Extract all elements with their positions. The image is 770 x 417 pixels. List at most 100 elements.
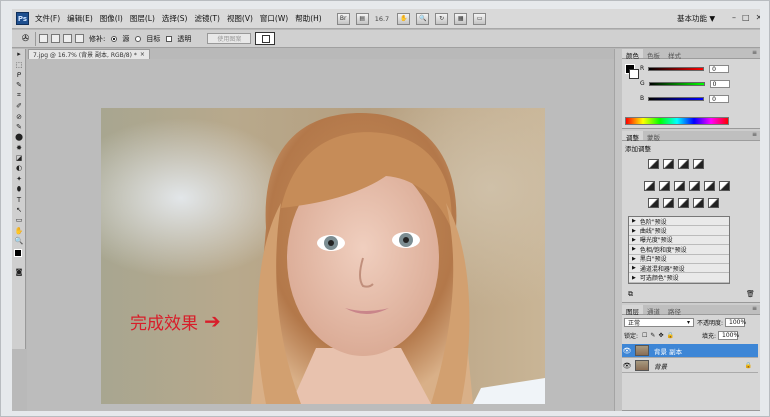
blend-mode-select[interactable]: 正常 ▾ (624, 318, 694, 327)
workspace-switcher[interactable]: 基本功能 ▼ (677, 13, 715, 24)
preset-hue-saturation[interactable]: ▶ 色相/饱和度"预设 (629, 245, 729, 255)
fill-field[interactable]: 100% (718, 331, 739, 340)
lasso-tool-icon[interactable]: ᑭ (12, 70, 26, 80)
zoom-level[interactable]: 16.7 (375, 15, 389, 23)
hand-icon[interactable]: ✋ (397, 12, 411, 25)
exposure-icon[interactable] (693, 159, 704, 169)
panel-menu-icon[interactable]: ≡ (752, 305, 757, 314)
layer-row-background[interactable]: 👁 背景 🔒 (622, 359, 758, 373)
gradient-map-icon[interactable] (693, 198, 704, 208)
foreground-color-swatch[interactable] (14, 249, 22, 258)
r-value-field[interactable]: 0 (709, 64, 730, 73)
black-white-icon[interactable] (689, 181, 700, 191)
menu-file[interactable]: 文件(F) (35, 13, 60, 24)
canvas-area[interactable]: 完成效果 ➔ (27, 59, 623, 411)
quick-select-tool-icon[interactable]: ✎ (12, 80, 26, 90)
tab-styles[interactable]: 样式 (664, 49, 685, 60)
preset-levels[interactable]: ▶ 色阶"预设 (629, 217, 729, 227)
zoom-icon[interactable]: 🔍 (416, 12, 430, 25)
use-pattern-button[interactable]: 使用图案 (207, 33, 252, 44)
invert-icon[interactable] (648, 198, 659, 208)
b-value-field[interactable]: 0 (709, 94, 730, 103)
preset-exposure[interactable]: ▶ 曝光度"预设 (629, 236, 729, 246)
menu-layer[interactable]: 图层(L) (130, 13, 155, 24)
pattern-picker[interactable] (255, 32, 276, 45)
lock-pixels-icon[interactable]: ✎ (650, 332, 655, 339)
selective-color-icon[interactable] (708, 198, 719, 208)
marquee-tool-icon[interactable]: ⬚ (12, 59, 26, 69)
r-slider[interactable] (648, 66, 705, 71)
preset-curves[interactable]: ▶ 曲线"预设 (629, 226, 729, 236)
subtract-selection-icon[interactable] (63, 34, 72, 43)
zoom-tool-icon[interactable]: 🔍 (12, 236, 26, 246)
preset-selective-color[interactable]: ▶ 可选颜色"预设 (629, 273, 729, 283)
menu-view[interactable]: 视图(V) (227, 13, 253, 24)
delete-adjustment-icon[interactable]: 🗑 (746, 290, 755, 298)
view-extras-icon[interactable]: ▤ (355, 12, 369, 25)
color-spectrum-bar[interactable] (625, 117, 729, 125)
type-tool-icon[interactable]: T (12, 194, 26, 204)
color-balance-icon[interactable] (674, 181, 685, 191)
menu-edit[interactable]: 编辑(E) (67, 13, 93, 24)
menu-image[interactable]: 图像(I) (100, 13, 123, 24)
menu-select[interactable]: 选择(S) (162, 13, 188, 24)
levels-icon[interactable] (663, 159, 674, 169)
crop-tool-icon[interactable]: ⌗ (12, 91, 26, 101)
lock-position-icon[interactable]: ✥ (658, 332, 663, 339)
tab-channels[interactable]: 通道 (643, 305, 664, 316)
layer-name[interactable]: 背景 副本 (654, 346, 682, 356)
eyedropper-tool-icon[interactable]: ✐ (12, 101, 26, 111)
hue-saturation-icon[interactable] (659, 181, 670, 191)
maximize-icon[interactable]: □ (742, 13, 750, 22)
preset-black-white[interactable]: ▶ 黑白"预设 (629, 255, 729, 264)
eye-icon[interactable]: 👁 (622, 362, 632, 370)
target-radio[interactable] (135, 35, 142, 42)
vibrance-icon[interactable] (644, 181, 655, 191)
opacity-field[interactable]: 100% (725, 318, 746, 327)
panel-background-swatch[interactable] (629, 69, 639, 79)
photo-canvas[interactable]: 完成效果 ➔ (101, 108, 545, 404)
brush-tool-icon[interactable]: ✎ (12, 122, 26, 132)
threshold-icon[interactable] (678, 198, 689, 208)
dodge-tool-icon[interactable]: ⬮ (12, 184, 26, 194)
menu-window[interactable]: 窗口(W) (260, 13, 288, 24)
layer-row-background-copy[interactable]: 👁 背景 副本 (622, 344, 758, 358)
document-tab[interactable]: 7.jpg @ 16.7% (背景 副本, RGB/8) * × (28, 49, 150, 59)
new-selection-icon[interactable] (39, 34, 48, 43)
color-swatches[interactable] (12, 246, 26, 266)
lock-transparent-icon[interactable]: ☐ (642, 332, 647, 339)
tab-paths[interactable]: 路径 (664, 305, 685, 316)
brightness-contrast-icon[interactable] (648, 159, 659, 169)
panel-menu-icon[interactable]: ≡ (752, 49, 757, 58)
curves-icon[interactable] (678, 159, 689, 169)
tab-adjustments[interactable]: 调整 (622, 131, 643, 142)
history-brush-tool-icon[interactable]: ✸ (12, 143, 26, 153)
clip-layer-icon[interactable]: ⧉ (628, 290, 633, 299)
layer-name[interactable]: 背景 (654, 361, 667, 371)
patch-tool-icon[interactable]: ✇ (16, 31, 36, 46)
g-value-field[interactable]: 0 (709, 79, 730, 88)
eye-icon[interactable]: 👁 (622, 347, 632, 355)
blur-tool-icon[interactable]: ✦ (12, 174, 26, 184)
tab-masks[interactable]: 蒙版 (643, 131, 664, 142)
minimize-icon[interactable]: – (732, 13, 736, 22)
preset-channel-mixer[interactable]: ▶ 通道混和器"预设 (629, 264, 729, 274)
healing-brush-tool-icon[interactable]: ⊘ (12, 111, 26, 121)
b-slider[interactable] (648, 96, 705, 101)
tab-layers[interactable]: 图层 (622, 305, 643, 316)
rotate-view-icon[interactable]: ↻ (435, 12, 449, 25)
transparent-checkbox[interactable] (166, 35, 173, 42)
tab-color[interactable]: 颜色 (622, 49, 643, 60)
menu-filter[interactable]: 滤镜(T) (195, 13, 220, 24)
intersect-selection-icon[interactable] (75, 34, 84, 43)
shape-tool-icon[interactable]: ▭ (12, 215, 26, 225)
bridge-icon[interactable]: Br (336, 12, 350, 25)
tab-swatches[interactable]: 色板 (643, 49, 664, 60)
eraser-tool-icon[interactable]: ◪ (12, 153, 26, 163)
path-select-tool-icon[interactable]: ↖ (12, 205, 26, 215)
menu-help[interactable]: 帮助(H) (295, 13, 322, 24)
source-radio[interactable] (111, 35, 118, 42)
hand-tool-icon[interactable]: ✋ (12, 226, 26, 236)
photo-filter-icon[interactable] (704, 181, 715, 191)
gradient-tool-icon[interactable]: ◐ (12, 163, 26, 173)
